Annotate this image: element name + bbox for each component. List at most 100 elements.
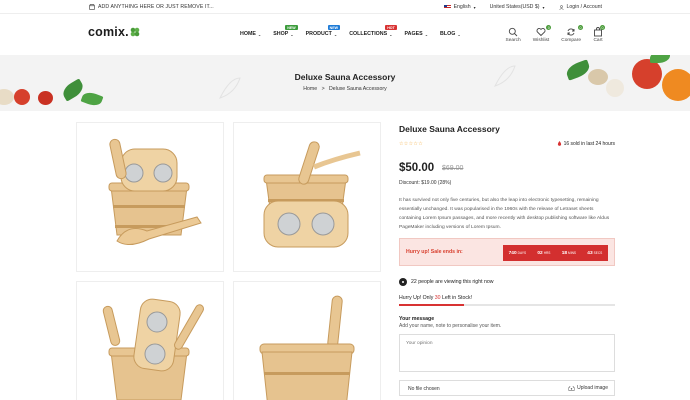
- days-label: DAYS: [517, 250, 527, 255]
- account-label: Login / Account: [566, 4, 602, 10]
- cart-button[interactable]: 0 Cart: [593, 25, 605, 43]
- breadcrumb: Home > Deluxe Sauna Accessory: [0, 86, 690, 92]
- sale-label: Hurry up! Sale ends in:: [406, 249, 463, 255]
- seconds-label: SECS: [593, 250, 603, 255]
- countdown-days: 740DAYS: [509, 251, 526, 256]
- product-description: It has survived not only five centuries,…: [399, 198, 610, 230]
- upload-image-label: Upload image: [577, 385, 608, 391]
- wishlist-count: 0: [546, 25, 552, 30]
- chevron-down-icon: ⌄: [333, 31, 338, 37]
- search-button[interactable]: Search: [506, 27, 521, 43]
- header-actions: Search 0 Wishlist 0 Compare 0 Cart: [506, 25, 605, 43]
- nav-collections-label: COLLECTIONS: [349, 31, 388, 37]
- language-label: English: [453, 4, 471, 10]
- minutes-label: MINS: [568, 250, 577, 255]
- sold-text: 16 sold in last 24 hours: [563, 141, 615, 147]
- logo-text: comix.: [88, 25, 129, 39]
- main-nav: HOME ⌄ SHOP ⌄ NEW PRODUCT ⌄ NEW COLLECTIONS ⌄ H…: [240, 25, 473, 37]
- shop-icon: [89, 4, 95, 10]
- stock-progress-fill: [399, 304, 464, 306]
- countdown-timer: 740DAYS 02HRS 18MINS 43SECS: [503, 245, 608, 261]
- top-bar: ADD ANYTHING HERE OR JUST REMOVE IT... E…: [0, 0, 690, 14]
- message-title: Your message: [399, 316, 435, 322]
- fire-icon: [557, 141, 561, 146]
- sold-indicator: 16 sold in last 24 hours: [557, 141, 615, 147]
- product-image-4[interactable]: [233, 281, 381, 400]
- chevron-down-icon: ⌄: [424, 31, 429, 37]
- product-image-3[interactable]: [76, 281, 224, 400]
- heart-icon: [536, 28, 546, 37]
- countdown-minutes: 18MINS: [562, 251, 576, 256]
- compare-label: Compare: [561, 38, 581, 43]
- nav-product-label: PRODUCT: [305, 31, 332, 37]
- language-selector[interactable]: English ▾: [443, 4, 476, 10]
- new-badge: NEW: [285, 25, 298, 30]
- page-banner: Deluxe Sauna Accessory Home > Deluxe Sau…: [0, 55, 690, 111]
- product-image-1[interactable]: [76, 122, 224, 272]
- nav-collections[interactable]: COLLECTIONS ⌄ HOT: [349, 25, 397, 37]
- opinion-textarea[interactable]: [399, 334, 615, 372]
- logo[interactable]: comix.: [88, 25, 140, 39]
- new-badge: NEW: [327, 25, 341, 30]
- user-icon: [558, 4, 564, 10]
- chevron-down-icon: ▾: [473, 4, 476, 10]
- currency-selector[interactable]: United States(USD $) ▾: [490, 4, 545, 10]
- leaf-decoration: [80, 89, 104, 109]
- star-icon: ☆: [418, 141, 423, 147]
- sauna-set-angle-image: [102, 298, 204, 400]
- countdown-seconds: 43SECS: [587, 251, 602, 256]
- nav-pages[interactable]: PAGES ⌄: [405, 31, 429, 37]
- image-upload-field[interactable]: No file chosen Upload image: [399, 380, 615, 396]
- product-price: $50.00: [399, 162, 435, 174]
- compare-count: 0: [578, 25, 583, 30]
- sauna-bucket-with-thermometer-image: [108, 138, 202, 245]
- days-value: 740: [508, 250, 517, 256]
- tomato-decoration: [38, 91, 53, 105]
- search-icon: [508, 27, 518, 37]
- us-flag-icon: [443, 4, 451, 10]
- sale-countdown: Hurry up! Sale ends in: 740DAYS 02HRS 18…: [399, 238, 615, 266]
- nav-home[interactable]: HOME ⌄: [240, 31, 261, 37]
- nav-blog-label: BLOG: [440, 31, 456, 37]
- message-subtitle: Add your name, note to personalise your …: [399, 323, 502, 329]
- hot-badge: HOT: [385, 25, 397, 30]
- hours-label: HRS: [543, 250, 551, 255]
- breadcrumb-current: Deluxe Sauna Accessory: [329, 86, 387, 92]
- breadcrumb-separator: >: [321, 86, 325, 92]
- nav-blog[interactable]: BLOG ⌄: [440, 31, 461, 37]
- nav-home-label: HOME: [240, 31, 256, 37]
- chevron-down-icon: ⌄: [257, 31, 262, 37]
- rating-stars[interactable]: ☆☆☆☆☆: [399, 141, 423, 147]
- viewers-indicator: 22 people are viewing this right now: [399, 278, 493, 286]
- herb-decoration: [650, 55, 670, 63]
- account-link[interactable]: Login / Account: [558, 4, 602, 10]
- cart-count: 0: [600, 25, 605, 30]
- discount-text: Discount: $19.00 (28%): [399, 180, 452, 186]
- upload-image-button[interactable]: Upload image: [568, 385, 608, 391]
- seconds-value: 43: [587, 250, 593, 256]
- minutes-value: 18: [561, 250, 568, 256]
- sauna-bucket-front-image: [263, 141, 361, 248]
- page-title: Deluxe Sauna Accessory: [294, 72, 396, 82]
- announcement-text: ADD ANYTHING HERE OR JUST REMOVE IT...: [98, 4, 214, 10]
- refresh-icon: [567, 28, 575, 36]
- stock-progress-bar: [399, 304, 615, 306]
- cart-label: Cart: [593, 38, 603, 43]
- chevron-down-icon: ⌄: [290, 31, 294, 37]
- product-image-2[interactable]: [233, 122, 381, 272]
- nav-product[interactable]: PRODUCT ⌄ NEW: [305, 25, 341, 37]
- compare-button[interactable]: 0 Compare: [561, 25, 583, 43]
- hours-value: 02: [537, 250, 543, 256]
- clover-logo-icon: [130, 27, 140, 37]
- search-label: Search: [505, 38, 521, 43]
- stock-count: 30: [434, 295, 441, 301]
- eye-icon: [399, 278, 407, 286]
- nav-shop[interactable]: SHOP ⌄ NEW: [273, 25, 298, 37]
- stock-suffix: Left in Stock!: [442, 295, 472, 301]
- wishlist-button[interactable]: 0 Wishlist: [533, 25, 552, 43]
- file-chosen-text: No file chosen: [408, 386, 440, 392]
- chevron-down-icon: ⌄: [389, 31, 393, 37]
- announcement: ADD ANYTHING HERE OR JUST REMOVE IT...: [89, 4, 214, 10]
- product-title: Deluxe Sauna Accessory: [399, 124, 500, 134]
- breadcrumb-home[interactable]: Home: [303, 86, 317, 92]
